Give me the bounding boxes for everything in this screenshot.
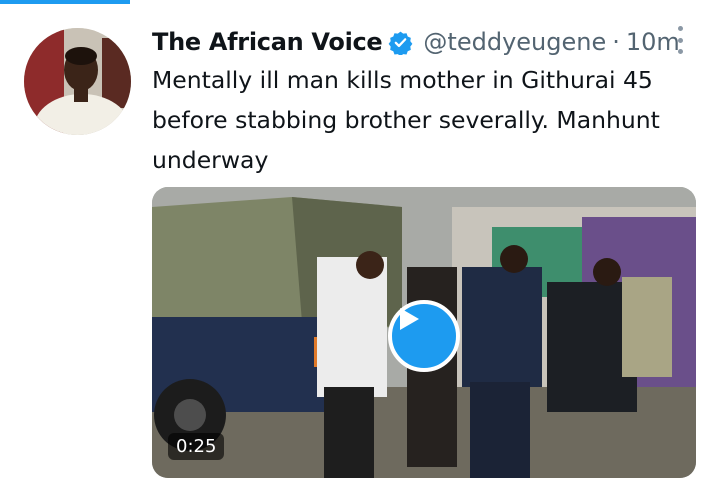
more-vertical-icon[interactable]	[670, 26, 690, 54]
load-progress-bar	[0, 0, 130, 4]
verified-badge-icon	[389, 31, 413, 55]
avatar-image	[24, 28, 131, 135]
tweet-text: Mentally ill man kills mother in Githura…	[152, 66, 660, 174]
video-duration-badge: 0:25	[168, 433, 225, 460]
separator-dot: ·	[612, 28, 620, 56]
more-dot	[677, 49, 683, 54]
play-icon	[400, 308, 419, 330]
play-button[interactable]	[388, 300, 460, 372]
display-name[interactable]: The African Voice	[152, 28, 383, 56]
avatar[interactable]	[24, 28, 131, 135]
video-player[interactable]: 0:25	[152, 187, 696, 478]
more-dot	[677, 26, 683, 31]
more-dot	[677, 37, 683, 43]
user-handle[interactable]: @teddyeugene	[423, 28, 606, 56]
